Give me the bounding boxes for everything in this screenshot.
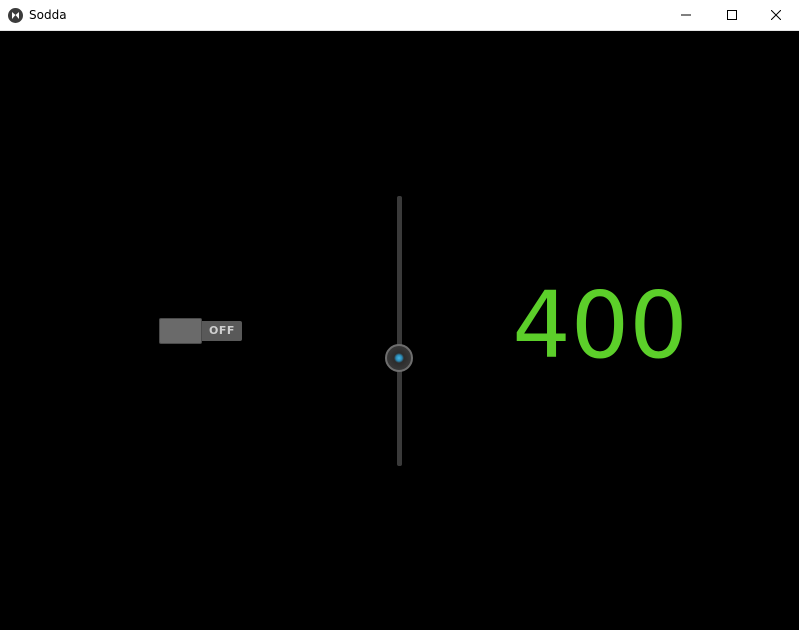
maximize-icon [727, 10, 737, 20]
minimize-icon [681, 14, 691, 16]
maximize-button[interactable] [709, 0, 755, 30]
slider-thumb[interactable] [385, 344, 413, 372]
vertical-slider[interactable] [383, 196, 417, 466]
title-bar: Sodda [0, 0, 799, 31]
value-display: 400 [512, 272, 688, 379]
app-icon [8, 8, 23, 23]
switch-thumb[interactable] [159, 318, 202, 344]
switch-state-label: OFF [209, 324, 235, 337]
minimize-button[interactable] [663, 0, 709, 30]
toggle-switch[interactable]: OFF [159, 318, 242, 344]
app-window: Sodda OFF 400 [0, 0, 799, 630]
window-title: Sodda [29, 8, 67, 22]
close-button[interactable] [753, 0, 799, 30]
close-icon [771, 10, 781, 20]
slider-track[interactable] [397, 196, 402, 466]
app-content: OFF 400 [0, 31, 799, 630]
